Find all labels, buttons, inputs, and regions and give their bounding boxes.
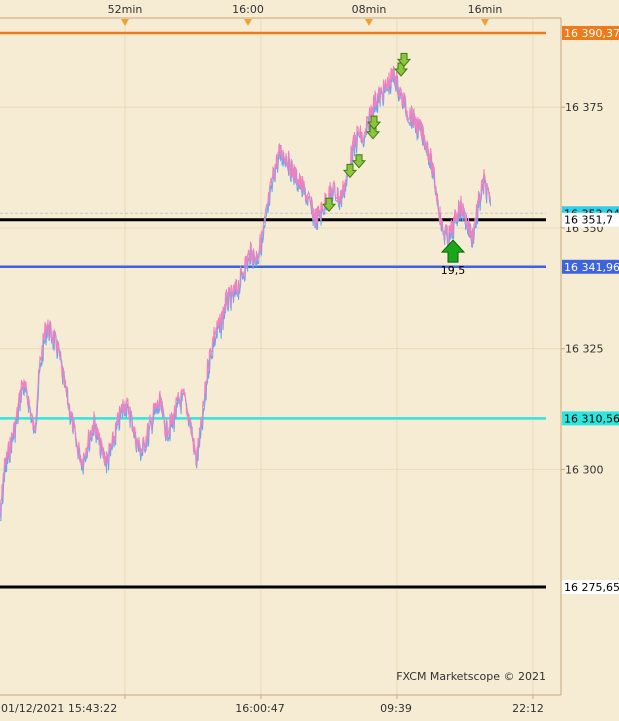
y-tick-label: 16 325 [565, 343, 604, 356]
watermark: FXCM Marketscope © 2021 [396, 670, 546, 683]
y-tick-label: 16 375 [565, 101, 604, 114]
top-axis-label: 16min [468, 3, 503, 16]
bottom-axis-label: 01/12/2021 15:43:22 [1, 702, 117, 715]
level-label: 16 275,65 [564, 581, 619, 594]
y-tick-label: 16 300 [565, 463, 604, 476]
bottom-axis-label: 16:00:47 [235, 702, 284, 715]
price-chart[interactable]: 19,5 16 37516 35016 32516 300 52min 16:00… [0, 0, 619, 721]
bottom-axis-label: 09:39 [380, 702, 412, 715]
bottom-axis-label: 22:12 [512, 702, 544, 715]
chart-background [0, 0, 619, 721]
level-label: 16 351,7 [564, 214, 613, 227]
top-axis-label: 08min [352, 3, 387, 16]
level-label: 16 310,56 [564, 412, 619, 425]
level-label: 16 341,96 [564, 261, 619, 274]
level-label: 16 390,37 [564, 27, 619, 40]
top-axis-label: 52min [108, 3, 143, 16]
top-axis-label: 16:00 [232, 3, 264, 16]
trade-marker-label: 19,5 [441, 264, 466, 277]
